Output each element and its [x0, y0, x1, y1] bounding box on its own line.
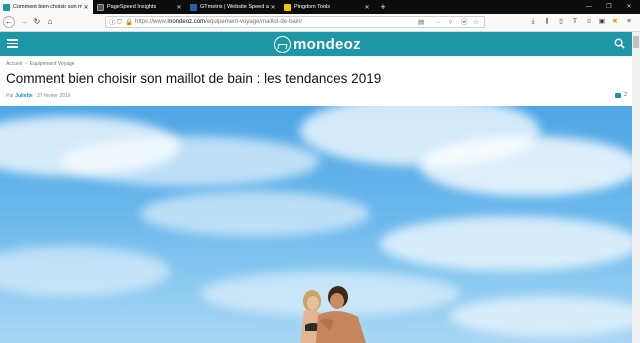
info-icon[interactable]: ⓘ [109, 18, 116, 27]
hero-image [0, 106, 632, 343]
article-meta: Par Juliette · 27 février 2019 [6, 93, 71, 99]
url-text: https://www.mondeoz.com/equipement-voyag… [135, 19, 303, 25]
close-tab-icon[interactable]: ✕ [82, 4, 90, 11]
comment-count-value: 2 [624, 92, 628, 98]
tab-title: GTmetrix | Website Speed and Performance [200, 4, 269, 10]
site-logo[interactable]: mondeoz [274, 34, 361, 54]
sidebar-icon[interactable]: ▯ [556, 17, 566, 27]
menu-icon[interactable]: ≡ [624, 17, 634, 27]
comment-count[interactable]: 2 [615, 92, 627, 98]
tab-title: PageSpeed Insights [107, 4, 157, 10]
close-tab-icon[interactable]: ✕ [175, 4, 183, 11]
address-bar[interactable]: ⓘ ⛉ 🔒 https://www.mondeoz.com/equipement… [105, 16, 485, 28]
breadcrumb: Accueil › Equipement Voyage [6, 61, 75, 67]
author-link[interactable]: Juliette [15, 93, 33, 99]
bookmark-star-icon[interactable]: ☆ [473, 18, 479, 27]
text-extension-icon[interactable]: T [570, 17, 580, 27]
home-button[interactable]: ⌂ [44, 16, 56, 28]
logo-text: mondeoz [293, 35, 361, 53]
new-tab-button[interactable]: + [377, 0, 389, 14]
hamburger-menu-icon[interactable] [7, 39, 18, 48]
tab-strip: Comment bien choisir son maillot de bain… [0, 0, 640, 14]
close-tab-icon[interactable]: ✕ [269, 4, 277, 11]
puzzle-extension-icon[interactable]: ✖ [610, 17, 620, 27]
pagespeed-favicon-icon [97, 3, 104, 11]
breadcrumb-separator-icon: › [25, 61, 27, 67]
gtmetrix-favicon-icon [190, 3, 197, 11]
article-title: Comment bien choisir son maillot de bain… [6, 71, 382, 86]
wordpress-icon[interactable]: ⓦ [461, 18, 468, 27]
close-tab-icon[interactable]: ✕ [363, 4, 371, 11]
tab-gtmetrix[interactable]: GTmetrix | Website Speed and Performance… [187, 0, 280, 14]
breadcrumb-section[interactable]: Equipement Voyage [30, 61, 75, 67]
search-icon[interactable] [614, 38, 625, 49]
tab-title: Comment bien choisir son maillot de bain [13, 4, 82, 10]
reload-button[interactable]: ↻ [31, 16, 43, 28]
maximize-icon[interactable]: ❐ [602, 0, 616, 14]
mondeoz-logo-icon [274, 35, 291, 53]
tab-pagespeed[interactable]: PageSpeed Insights ✕ [94, 0, 186, 14]
tab-maillot-de-bain[interactable]: Comment bien choisir son maillot de bain… [0, 0, 93, 14]
account-icon[interactable]: ☺ [584, 17, 594, 27]
tab-pingdom[interactable]: Pingdom Tools ✕ [281, 0, 374, 14]
comment-bubble-icon [615, 92, 621, 98]
mondeoz-favicon-icon [3, 3, 10, 11]
breadcrumb-home[interactable]: Accueil [6, 61, 22, 67]
navigation-toolbar: ← → ↻ ⌂ ⓘ ⛉ 🔒 https://www.mondeoz.com/eq… [0, 14, 640, 32]
minimize-icon[interactable]: — [582, 0, 596, 14]
shield-icon[interactable]: ⛉ [117, 18, 122, 27]
pingdom-favicon-icon [284, 3, 291, 11]
tab-title: Pingdom Tools [294, 4, 330, 10]
byline-prefix: Par [6, 93, 14, 99]
scrollbar-thumb[interactable] [633, 36, 639, 48]
reader-view-icon[interactable]: ▤ [418, 18, 424, 27]
back-button[interactable]: ← [3, 16, 15, 28]
page-scrollbar[interactable] [632, 32, 640, 343]
page-actions-icon[interactable]: ··· [434, 18, 441, 27]
forward-button[interactable]: → [18, 16, 30, 28]
pocket-icon[interactable]: ▿ [449, 18, 452, 27]
publish-date: · 27 février 2019 [34, 93, 71, 99]
site-header: mondeoz [0, 32, 632, 56]
library-icon[interactable]: ⫼ [542, 17, 552, 27]
downloads-icon[interactable]: ⤓ [528, 17, 538, 27]
couple-photo-figures [300, 286, 366, 343]
lock-icon[interactable]: 🔒 [125, 18, 133, 27]
extension-icon[interactable]: ▣ [597, 17, 607, 27]
close-window-icon[interactable]: ✕ [622, 0, 636, 14]
